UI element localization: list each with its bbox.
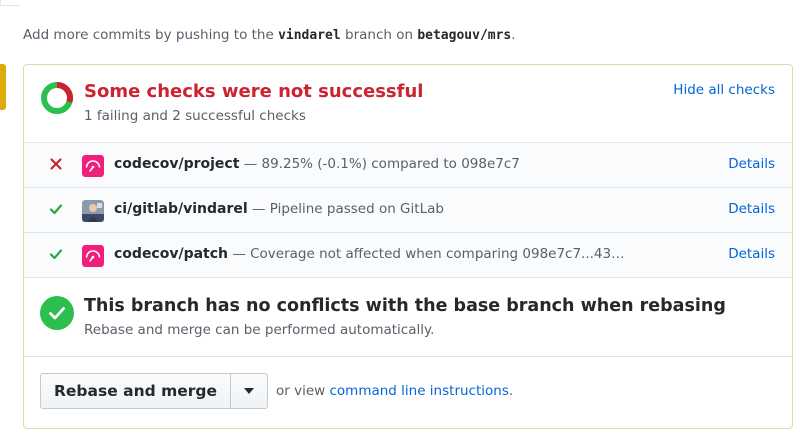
rebase-and-merge-button[interactable]: Rebase and merge bbox=[41, 374, 231, 408]
alt-suffix: . bbox=[508, 383, 514, 399]
merge-box: Some checks were not successful 1 failin… bbox=[23, 64, 793, 429]
checks-status: Some checks were not successful 1 failin… bbox=[24, 65, 792, 143]
check-icon bbox=[49, 249, 63, 260]
check-row: codecov/project — 89.25% (-0.1%) compare… bbox=[24, 143, 792, 188]
check-description: — 89.25% (-0.1%) compared to 098e7c7 bbox=[239, 156, 520, 172]
checks-list: codecov/project — 89.25% (-0.1%) compare… bbox=[24, 143, 792, 278]
command-line-instructions-link[interactable]: command line instructions bbox=[329, 383, 508, 399]
codecov-icon bbox=[82, 245, 104, 267]
checks-ring-icon bbox=[41, 82, 73, 114]
check-text: codecov/patch — Coverage not affected wh… bbox=[114, 246, 625, 262]
status-subtitle: 1 failing and 2 successful checks bbox=[84, 108, 306, 124]
caret-down-icon bbox=[244, 388, 254, 394]
hint-suffix: . bbox=[511, 27, 516, 43]
merge-subtitle: Rebase and merge can be performed automa… bbox=[84, 322, 435, 338]
hide-all-checks-link[interactable]: Hide all checks bbox=[673, 82, 775, 98]
check-text: codecov/project — 89.25% (-0.1%) compare… bbox=[114, 156, 520, 172]
branch-name: vindarel bbox=[278, 28, 341, 43]
check-description: — Pipeline passed on GitLab bbox=[247, 201, 444, 217]
hint-middle: branch on bbox=[340, 27, 418, 43]
status-marker bbox=[0, 64, 6, 110]
codecov-icon bbox=[82, 155, 104, 177]
merge-method-dropdown[interactable] bbox=[231, 374, 267, 408]
merge-state: This branch has no conflicts with the ba… bbox=[24, 278, 792, 357]
details-link[interactable]: Details bbox=[728, 246, 775, 262]
check-row: ci/gitlab/vindarel — Pipeline passed on … bbox=[24, 188, 792, 233]
check-row: codecov/patch — Coverage not affected wh… bbox=[24, 233, 792, 278]
check-name: codecov/project bbox=[114, 156, 240, 172]
repo-name: betagouv/mrs bbox=[417, 28, 512, 43]
check-circle-icon bbox=[40, 296, 74, 330]
hint-prefix: Add more commits by pushing to the bbox=[23, 27, 279, 43]
timeline-edge bbox=[0, 0, 20, 6]
check-name: codecov/patch bbox=[114, 246, 229, 262]
details-link[interactable]: Details bbox=[728, 156, 775, 172]
merge-button-group: Rebase and merge bbox=[40, 373, 268, 409]
status-title: Some checks were not successful bbox=[84, 81, 424, 102]
alt-prefix: or view bbox=[276, 383, 330, 399]
merge-title: This branch has no conflicts with the ba… bbox=[84, 296, 726, 316]
check-icon bbox=[49, 204, 63, 215]
details-link[interactable]: Details bbox=[728, 201, 775, 217]
merge-actions: Rebase and merge or view command line in… bbox=[24, 357, 792, 427]
check-name: ci/gitlab/vindarel bbox=[114, 201, 248, 217]
x-icon bbox=[50, 158, 62, 170]
gitlab-avatar bbox=[82, 200, 104, 222]
alt-instructions: or view command line instructions. bbox=[276, 383, 513, 399]
push-hint: Add more commits by pushing to the vinda… bbox=[23, 27, 516, 43]
check-description: — Coverage not affected when comparing 0… bbox=[228, 246, 625, 262]
check-text: ci/gitlab/vindarel — Pipeline passed on … bbox=[114, 201, 444, 217]
